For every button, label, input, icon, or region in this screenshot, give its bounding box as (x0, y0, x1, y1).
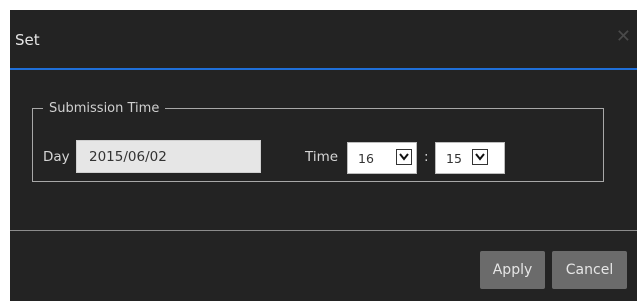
apply-button[interactable]: Apply (480, 251, 545, 289)
footer-divider (10, 230, 637, 231)
cancel-button[interactable]: Cancel (552, 251, 627, 289)
submission-time-legend: Submission Time (49, 101, 160, 116)
hour-select[interactable]: 16 (347, 142, 417, 174)
set-dialog: Set ✕ Submission Time Day 2015/06/02 Tim… (10, 10, 637, 301)
day-label: Day (43, 149, 70, 165)
time-label: Time (305, 149, 339, 165)
time-separator: : (424, 149, 429, 165)
day-input[interactable]: 2015/06/02 (76, 140, 261, 173)
close-icon[interactable]: ✕ (616, 28, 631, 46)
minute-select[interactable]: 15 (435, 142, 505, 174)
chevron-down-icon[interactable] (472, 149, 488, 165)
chevron-down-icon[interactable] (396, 149, 412, 165)
hour-select-value: 16 (358, 151, 374, 166)
minute-select-value: 15 (446, 151, 462, 166)
dialog-header: Set ✕ (10, 10, 637, 70)
dialog-title: Set (15, 31, 40, 49)
